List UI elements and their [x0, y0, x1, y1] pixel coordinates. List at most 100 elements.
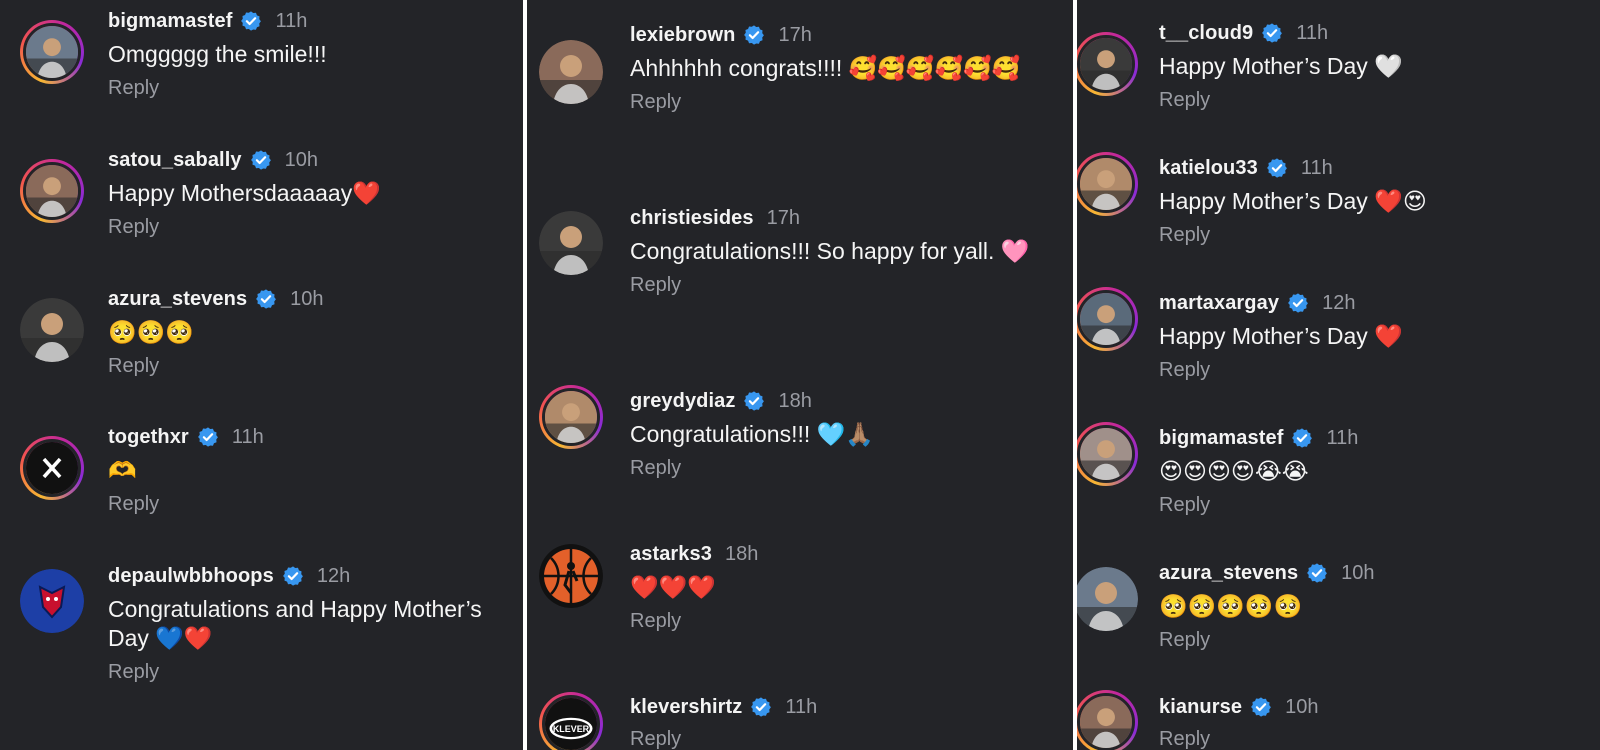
avatar[interactable]	[20, 436, 84, 500]
comment-text: Happy Mother’s Day 🤍	[1159, 53, 1403, 79]
reply-button[interactable]: Reply	[108, 661, 503, 684]
comment-timestamp: 10h	[290, 287, 324, 310]
reply-button[interactable]: Reply	[630, 91, 1053, 114]
reply-button[interactable]: Reply	[108, 77, 503, 100]
reply-button[interactable]: Reply	[630, 274, 1053, 297]
avatar[interactable]	[1077, 567, 1138, 631]
username-link[interactable]: greydydiaz	[630, 390, 735, 413]
avatar[interactable]	[20, 159, 84, 223]
reply-button[interactable]: Reply	[630, 728, 1053, 750]
comment-body: togethxr 11h 🫶 Reply	[108, 424, 503, 516]
reply-button[interactable]: Reply	[1159, 89, 1580, 112]
comment-header: astarks3 18h	[630, 541, 1053, 567]
comment-text: Omggggg the smile!!!	[108, 41, 327, 67]
user-photo-icon	[20, 298, 84, 362]
verified-badge-icon	[250, 149, 272, 171]
username-link[interactable]: bigmamastef	[1159, 427, 1283, 450]
reply-button[interactable]: Reply	[1159, 629, 1580, 652]
comment-text: Happy Mother’s Day ❤️	[1159, 323, 1403, 349]
comment-header: greydydiaz 18h	[630, 388, 1053, 414]
reply-button[interactable]: Reply	[630, 457, 1053, 480]
username-link[interactable]: klevershirtz	[630, 696, 742, 719]
comment-header: t__cloud9 11h	[1159, 20, 1580, 46]
username-link[interactable]: azura_stevens	[108, 288, 247, 311]
username-link[interactable]: azura_stevens	[1159, 562, 1298, 585]
comment-text: 🥺🥺🥺🥺🥺	[1159, 593, 1303, 619]
avatar[interactable]	[20, 20, 84, 84]
comment-text: 🥺🥺🥺	[108, 319, 194, 345]
username-link[interactable]: t__cloud9	[1159, 22, 1253, 45]
comment-header: bigmamastef 11h	[108, 8, 503, 34]
user-photo-icon	[1077, 155, 1135, 213]
comment-body: martaxargay 12h Happy Mother’s Day ❤️ Reply	[1159, 290, 1580, 382]
depaul-logo-icon	[20, 569, 84, 633]
togethxr-logo-icon	[23, 439, 81, 497]
reply-button[interactable]: Reply	[1159, 224, 1580, 247]
comment-body: katielou33 11h Happy Mother’s Day ❤️😍 Reply	[1159, 155, 1580, 247]
verified-badge-icon	[1250, 696, 1272, 718]
user-photo-icon	[539, 211, 603, 275]
reply-button[interactable]: Reply	[1159, 494, 1580, 517]
username-link[interactable]: kianurse	[1159, 696, 1242, 719]
comment-body: lexiebrown 17h Ahhhhhh congrats!!!! 🥰🥰🥰🥰🥰🥰…	[630, 22, 1053, 114]
comment-header: depaulwbbhoops 12h	[108, 563, 503, 589]
username-link[interactable]: martaxargay	[1159, 292, 1279, 315]
comment-timestamp: 12h	[1322, 291, 1356, 314]
verified-badge-icon	[1306, 562, 1328, 584]
comment-body: bigmamastef 11h 😍😍😍😍😭😭 Reply	[1159, 425, 1580, 517]
avatar[interactable]	[20, 569, 84, 633]
avatar[interactable]	[539, 211, 603, 275]
user-photo-icon	[542, 388, 600, 446]
reply-button[interactable]: Reply	[108, 493, 503, 516]
comment-timestamp: 11h	[275, 9, 308, 32]
comment-timestamp: 11h	[1326, 426, 1359, 449]
comments-column-right: t__cloud9 11h Happy Mother’s Day 🤍 Reply kat…	[1077, 0, 1600, 750]
comment-header: lexiebrown 17h	[630, 22, 1053, 48]
comments-column-left: bigmamastef 11h Omggggg the smile!!! Reply s…	[0, 0, 523, 750]
reply-button[interactable]: Reply	[1159, 728, 1580, 750]
comment-timestamp: 11h	[1300, 156, 1333, 179]
username-link[interactable]: satou_sabally	[108, 149, 242, 172]
avatar[interactable]	[1077, 422, 1138, 486]
reply-button[interactable]: Reply	[1159, 359, 1580, 382]
avatar[interactable]	[20, 298, 84, 362]
comment-timestamp: 12h	[316, 564, 351, 587]
user-photo-icon	[23, 162, 81, 220]
username-link[interactable]: bigmamastef	[108, 10, 232, 33]
username-link[interactable]: astarks3	[630, 543, 712, 566]
comment-header: satou_sabally 10h	[108, 147, 503, 173]
avatar[interactable]	[1077, 32, 1138, 96]
reply-button[interactable]: Reply	[108, 355, 503, 378]
comment-timestamp: 11h	[785, 695, 818, 718]
comment-timestamp: 11h	[231, 425, 264, 448]
comment-header: bigmamastef 11h	[1159, 425, 1580, 451]
comment-text: Happy Mothersdaaaaay❤️	[108, 180, 381, 206]
comment-timestamp: 17h	[778, 23, 812, 46]
comments-column-middle: lexiebrown 17h Ahhhhhh congrats!!!! 🥰🥰🥰🥰🥰🥰…	[527, 0, 1073, 750]
klever-logo-icon: KLEVER	[542, 695, 600, 750]
avatar[interactable]	[1077, 690, 1138, 750]
verified-badge-icon	[1287, 292, 1309, 314]
reply-button[interactable]: Reply	[108, 216, 503, 239]
verified-badge-icon	[197, 426, 219, 448]
username-link[interactable]: lexiebrown	[630, 24, 735, 47]
comment-body: greydydiaz 18h Congratulations!!! 🩵🙏🏽 Reply	[630, 388, 1053, 480]
comment-text: 😍😍😍😍😭😭	[1159, 458, 1309, 484]
avatar[interactable]	[539, 40, 603, 104]
reply-button[interactable]: Reply	[630, 610, 1053, 633]
username-link[interactable]: katielou33	[1159, 157, 1258, 180]
avatar[interactable]	[539, 544, 603, 608]
username-link[interactable]: christiesides	[630, 207, 754, 230]
avatar[interactable]	[1077, 152, 1138, 216]
comment-timestamp: 18h	[724, 542, 759, 565]
comment-timestamp: 10h	[284, 148, 318, 171]
username-link[interactable]: depaulwbbhoops	[108, 565, 274, 588]
comment-text: Ahhhhhh congrats!!!! 🥰🥰🥰🥰🥰🥰	[630, 55, 1021, 81]
comment-body: depaulwbbhoops 12h Congratulations and Hap…	[108, 563, 503, 684]
username-link[interactable]: togethxr	[108, 426, 189, 449]
verified-badge-icon	[743, 24, 765, 46]
avatar[interactable]: KLEVER	[539, 692, 603, 750]
verified-badge-icon	[743, 390, 765, 412]
avatar[interactable]	[539, 385, 603, 449]
avatar[interactable]	[1077, 287, 1138, 351]
